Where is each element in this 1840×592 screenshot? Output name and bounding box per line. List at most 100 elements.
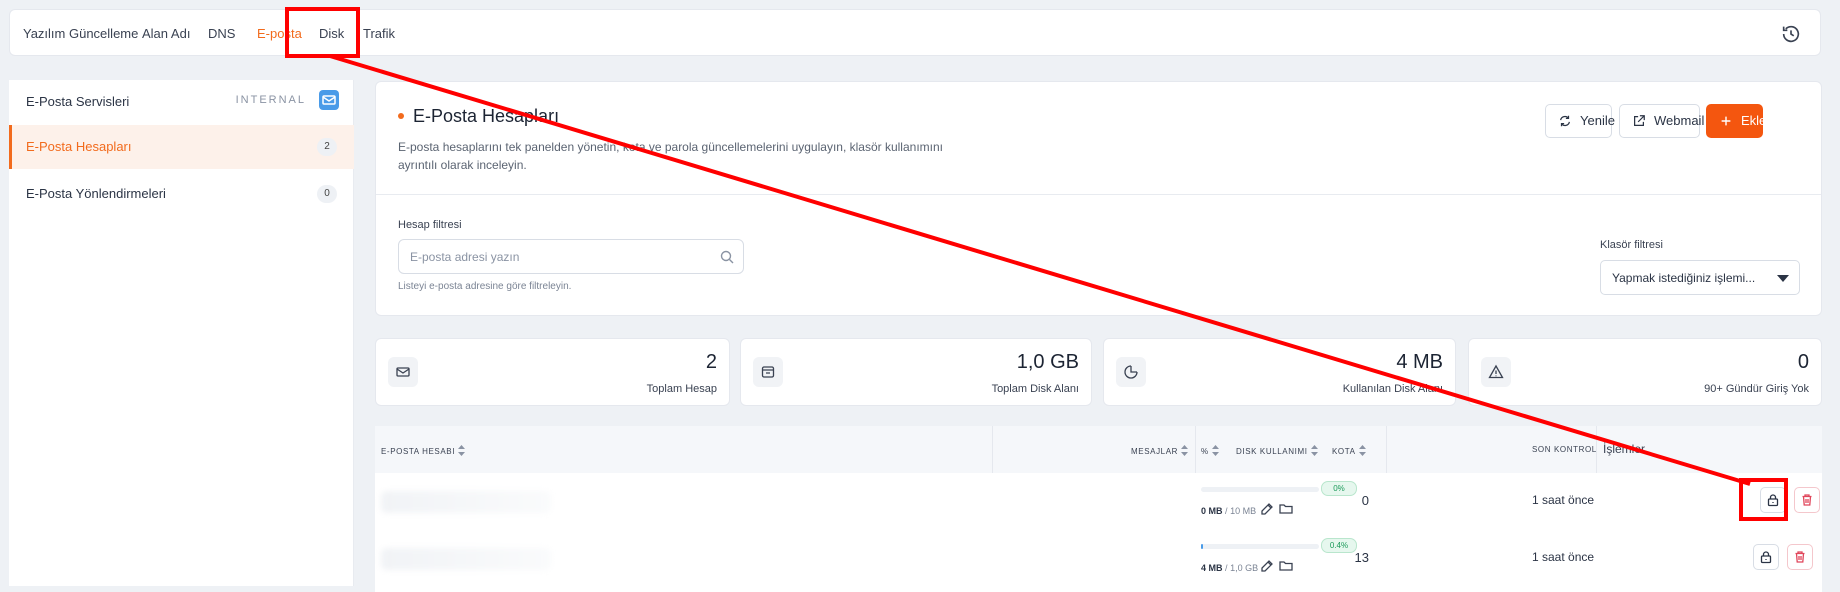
usage-text: 4 MB / 1,0 GB xyxy=(1201,563,1259,573)
refresh-button[interactable]: Yenile xyxy=(1545,104,1615,138)
change-password-button[interactable] xyxy=(1760,487,1786,513)
column-header-disk-usage[interactable]: DISK KULLANIMI xyxy=(1236,445,1318,456)
folder-icon[interactable] xyxy=(1278,558,1294,574)
stat-caption: Kullanılan Disk Alanı xyxy=(1342,383,1443,395)
account-filter-label: Hesap filtresi xyxy=(398,219,462,231)
count-badge: 0 xyxy=(317,185,337,203)
stat-value: 0 xyxy=(1797,351,1809,373)
sidebar-item-label: E-Posta Hesapları xyxy=(26,139,132,154)
title-dot xyxy=(398,113,404,119)
search-icon xyxy=(720,250,734,264)
last-check-time: 1 saat önce xyxy=(1532,493,1595,507)
plus-icon xyxy=(1721,116,1731,126)
tab-dns[interactable]: DNS xyxy=(208,10,235,57)
webmail-label: Webmail xyxy=(1654,113,1705,128)
sidebar-item-label: E-Posta Servisleri xyxy=(26,94,130,109)
used-amount: 4 MB xyxy=(1201,563,1223,573)
tab-traffic[interactable]: Trafik xyxy=(363,10,395,57)
usage-bar xyxy=(1201,544,1319,549)
folder-filter-value: Yapmak istediğiniz işlemi... xyxy=(1612,271,1756,285)
folder-filter-label: Klasör filtresi xyxy=(1600,239,1663,251)
message-count: 0 xyxy=(1361,493,1369,508)
sidebar-item-email-forwarders[interactable]: E-Posta Yönlendirmeleri 0 xyxy=(9,172,354,216)
usage-bar xyxy=(1201,487,1319,492)
quota-amount: 1,0 GB xyxy=(1230,563,1259,573)
sort-icon xyxy=(1358,445,1366,456)
mail-icon xyxy=(388,357,418,387)
divider xyxy=(1596,426,1597,473)
column-header-messages[interactable]: MESAJLAR xyxy=(1131,445,1189,456)
sidebar-item-label: E-Posta Yönlendirmeleri xyxy=(26,186,166,201)
sidebar: E-Posta Servisleri INTERNAL E-Posta Hesa… xyxy=(9,80,354,586)
lock-icon xyxy=(1760,551,1772,564)
change-password-button[interactable] xyxy=(1753,544,1779,570)
divider xyxy=(992,426,993,473)
redacted-email xyxy=(381,548,551,570)
trash-icon xyxy=(1802,494,1812,506)
column-header-percent[interactable]: % xyxy=(1201,445,1219,456)
table-header: E-POSTA HESABI MESAJLAR % DISK KULLANIMI… xyxy=(375,426,1822,473)
add-account-button[interactable]: Ekle xyxy=(1706,104,1767,138)
stat-total-accounts: 2 Toplam Hesap xyxy=(375,338,730,406)
refresh-icon xyxy=(1560,115,1570,127)
sidebar-item-email-accounts[interactable]: E-Posta Hesapları 2 xyxy=(9,125,354,169)
account-filter-input[interactable]: E-posta adresi yazın xyxy=(398,239,744,274)
message-count: 13 xyxy=(1354,550,1369,565)
sort-icon xyxy=(1181,445,1189,456)
filter-hint: Listeyi e-posta adresine göre filtreleyi… xyxy=(398,281,572,292)
mail-icon xyxy=(319,90,339,110)
stat-caption: 90+ Gündür Giriş Yok xyxy=(1704,383,1809,395)
redacted-email xyxy=(381,491,551,513)
divider xyxy=(1386,426,1387,473)
add-label: Ekle xyxy=(1741,113,1767,128)
last-check-time: 1 saat önce xyxy=(1532,550,1595,564)
count-badge: 2 xyxy=(317,138,337,156)
search-placeholder: E-posta adresi yazın xyxy=(410,250,520,264)
stat-caption: Toplam Disk Alanı xyxy=(991,383,1079,395)
used-amount: 0 MB xyxy=(1201,506,1223,516)
sidebar-item-email-services[interactable]: E-Posta Servisleri INTERNAL xyxy=(9,80,354,124)
edit-icon[interactable] xyxy=(1259,558,1275,574)
column-header-last-check[interactable]: SON KONTROL xyxy=(1532,445,1597,454)
tab-disk[interactable]: Disk xyxy=(319,10,344,57)
folder-filter-select[interactable]: Yapmak istediğiniz işlemi... xyxy=(1600,260,1800,295)
warning-icon xyxy=(1481,357,1511,387)
folder-icon[interactable] xyxy=(1278,501,1294,517)
pie-chart-icon xyxy=(1116,357,1146,387)
usage-percent-badge: 0.4% xyxy=(1321,538,1357,553)
tab-domain[interactable]: Alan Adı xyxy=(142,10,190,57)
chevron-down-icon xyxy=(1777,275,1789,282)
stat-total-disk: 1,0 GB Toplam Disk Alanı xyxy=(740,338,1092,406)
usage-bar-fill xyxy=(1201,544,1204,549)
stat-caption: Toplam Hesap xyxy=(646,383,717,395)
lock-icon xyxy=(1767,494,1779,507)
divider xyxy=(376,194,1821,195)
stat-value: 4 MB xyxy=(1396,351,1443,373)
stat-value: 2 xyxy=(705,351,717,373)
top-navigation: Yazılım Güncelleme Alan Adı DNS E-posta … xyxy=(9,9,1821,56)
stat-inactive-accounts: 0 90+ Gündür Giriş Yok xyxy=(1468,338,1822,406)
quota-amount: 10 MB xyxy=(1230,506,1257,516)
usage-text: 0 MB / 10 MB xyxy=(1201,506,1257,516)
column-header-actions: İşlemler xyxy=(1603,442,1646,456)
delete-account-button[interactable] xyxy=(1787,544,1813,570)
history-icon[interactable] xyxy=(1780,23,1802,45)
sort-icon xyxy=(458,445,466,456)
edit-icon[interactable] xyxy=(1259,501,1275,517)
tab-email[interactable]: E-posta xyxy=(257,10,302,57)
storage-icon xyxy=(753,357,783,387)
delete-account-button[interactable] xyxy=(1794,487,1820,513)
refresh-label: Yenile xyxy=(1580,113,1615,128)
webmail-button[interactable]: Webmail xyxy=(1619,104,1704,138)
column-header-account[interactable]: E-POSTA HESABI xyxy=(381,445,466,456)
table-row: 0 0% 0 MB / 10 MB 1 saat önce xyxy=(375,473,1822,530)
sort-icon xyxy=(1310,445,1318,456)
tab-software-update[interactable]: Yazılım Güncelleme xyxy=(23,10,138,57)
usage-percent-badge: 0% xyxy=(1321,481,1357,496)
stat-used-disk: 4 MB Kullanılan Disk Alanı xyxy=(1103,338,1456,406)
column-header-quota[interactable]: KOTA xyxy=(1332,445,1366,456)
divider xyxy=(1195,426,1196,473)
accounts-header-card: E-Posta Hesapları E-posta hesaplarını te… xyxy=(375,81,1822,316)
stat-value: 1,0 GB xyxy=(1016,351,1079,373)
table-row: 13 0.4% 4 MB / 1,0 GB 1 saat önce xyxy=(375,530,1822,587)
